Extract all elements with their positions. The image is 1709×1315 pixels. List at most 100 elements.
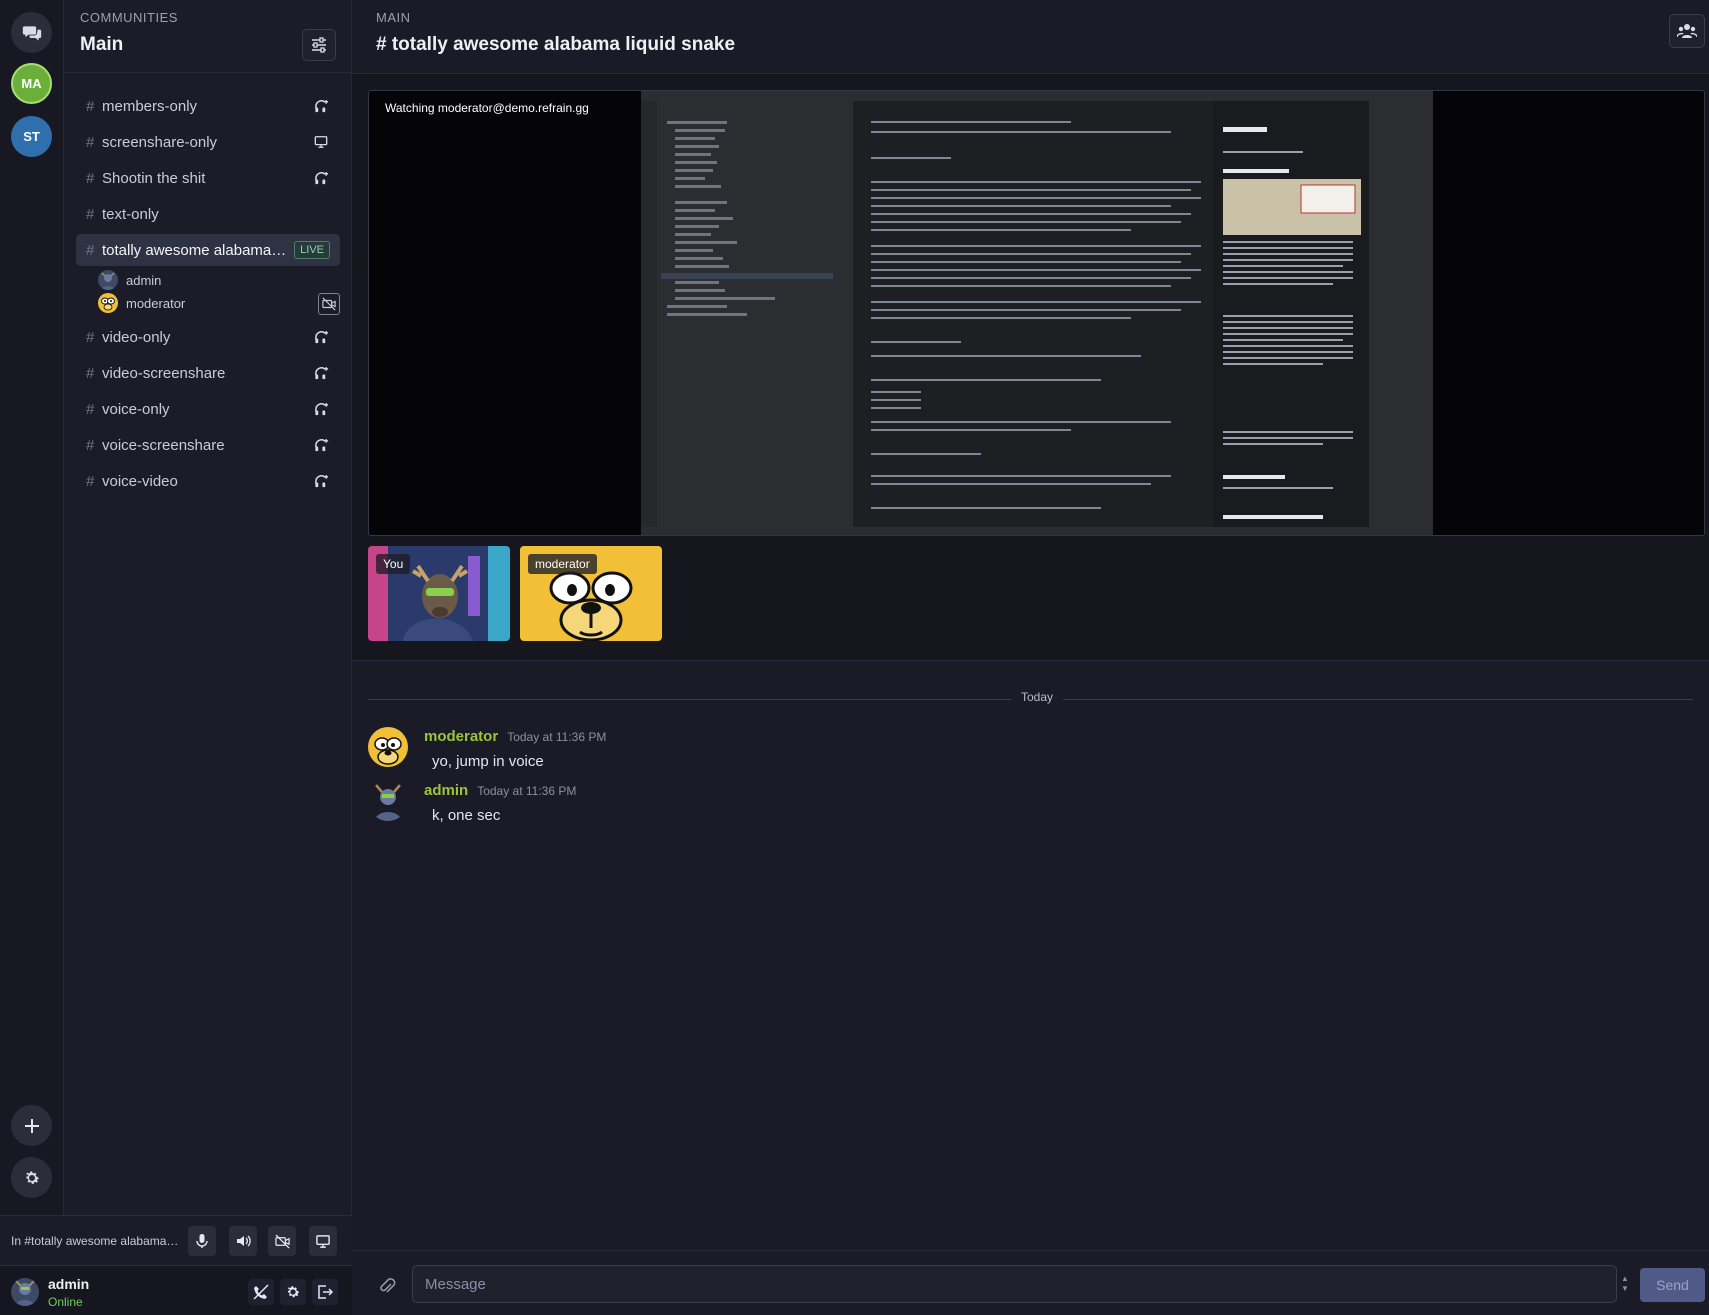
community-st-button[interactable]: ST: [11, 116, 52, 157]
channel-label: video-only: [102, 328, 171, 346]
avatar[interactable]: [11, 1278, 39, 1306]
live-badge: LIVE: [294, 241, 330, 259]
avatar[interactable]: [368, 781, 408, 821]
video-stage: Watching moderator@demo.refrain.gg You m…: [352, 74, 1709, 661]
channel-label: members-only: [102, 97, 198, 115]
communities-label: COMMUNITIES: [80, 10, 178, 25]
headset-add-icon: [312, 328, 330, 346]
shared-screen-image: [641, 91, 1433, 535]
channel-members-only[interactable]: # members-only: [76, 90, 340, 122]
message-timestamp: Today at 11:36 PM: [507, 730, 607, 744]
participant-tile-moderator[interactable]: moderator: [520, 546, 662, 641]
message-input[interactable]: [412, 1265, 1617, 1303]
channel-shootin-the-shit[interactable]: # Shootin the shit: [76, 162, 340, 194]
headset-add-icon: [312, 472, 330, 490]
message-text: k, one sec: [432, 807, 501, 824]
page-title: # totally awesome alabama liquid snake: [376, 34, 736, 55]
chat-bubbles-icon: [22, 25, 41, 40]
gear-icon: [287, 1286, 300, 1298]
camera-off-icon: [318, 293, 340, 315]
voice-member-moderator[interactable]: moderator: [98, 292, 185, 314]
channel-voice-only[interactable]: # voice-only: [76, 393, 340, 425]
disconnect-voice-button[interactable]: [248, 1279, 274, 1305]
message-header: moderator Today at 11:36 PM: [424, 728, 606, 745]
participant-label: You: [376, 554, 411, 574]
message-timestamp: Today at 11:36 PM: [477, 784, 577, 798]
headset-add-icon: [312, 436, 330, 454]
composer-divider: [352, 1250, 1709, 1251]
channel-label: voice-screenshare: [102, 436, 225, 454]
user-settings-button[interactable]: [280, 1279, 306, 1305]
send-button[interactable]: Send: [1640, 1268, 1705, 1302]
channel-screenshare-only[interactable]: # screenshare-only: [76, 126, 340, 158]
sliders-icon: [312, 37, 326, 53]
participant-tile-you[interactable]: You: [368, 546, 510, 641]
community-settings-button[interactable]: [302, 29, 336, 61]
community-name: Main: [80, 34, 124, 55]
message-author[interactable]: moderator: [424, 728, 498, 745]
microphone-icon: [196, 1234, 208, 1248]
hash-icon: #: [86, 97, 95, 115]
deafen-button[interactable]: [229, 1226, 257, 1256]
server-rail: MA ST: [0, 0, 64, 1215]
watching-label: Watching moderator@demo.refrain.gg: [385, 101, 589, 115]
add-community-button[interactable]: [11, 1105, 52, 1146]
monitor-icon: [312, 133, 330, 151]
direct-messages-button[interactable]: [11, 12, 52, 53]
headset-add-icon: [312, 97, 330, 115]
voice-member-name: moderator: [126, 295, 186, 311]
people-icon: [1677, 24, 1697, 38]
voice-connection-bar: In #totally awesome alabama liquid snake: [0, 1215, 352, 1265]
avatar: [98, 293, 118, 313]
channel-video-only[interactable]: # video-only: [76, 321, 340, 353]
channel-text-only[interactable]: # text-only: [76, 198, 340, 230]
headset-add-icon: [312, 169, 330, 187]
hash-icon: #: [86, 241, 95, 259]
screenshare-button[interactable]: [309, 1226, 337, 1256]
participant-label: moderator: [528, 554, 597, 574]
channel-label: video-screenshare: [102, 364, 226, 382]
message-header: admin Today at 11:36 PM: [424, 782, 576, 799]
voice-member-name: admin: [126, 272, 162, 288]
gear-icon: [25, 1170, 39, 1184]
avatar: [98, 270, 118, 290]
user-panel: admin Online: [0, 1265, 352, 1315]
member-list-button[interactable]: [1669, 14, 1705, 48]
message-text: yo, jump in voice: [432, 753, 544, 770]
camera-off-icon: [274, 1233, 290, 1249]
screenshare-view[interactable]: Watching moderator@demo.refrain.gg: [368, 90, 1705, 536]
channel-voice-video[interactable]: # voice-video: [76, 465, 340, 497]
headset-add-icon: [312, 400, 330, 418]
date-divider-label: Today: [1011, 690, 1064, 704]
mute-microphone-button[interactable]: [188, 1226, 216, 1256]
speaker-icon: [237, 1235, 251, 1247]
channel-video-screenshare[interactable]: # video-screenshare: [76, 357, 340, 389]
community-ma-button[interactable]: MA: [11, 63, 52, 104]
hash-icon: #: [86, 205, 95, 223]
channel-totally-awesome-alabama-liquid-snake[interactable]: # totally awesome alabama liquid snake L…: [76, 234, 340, 266]
toggle-camera-button[interactable]: [268, 1226, 296, 1256]
community-kicker: MAIN: [376, 10, 411, 25]
resize-stepper[interactable]: ▲ ▼: [1618, 1265, 1632, 1303]
user-status: Online: [48, 1295, 83, 1309]
voice-member-admin[interactable]: admin: [98, 269, 161, 291]
hash-icon: #: [86, 133, 95, 151]
phone-hangup-icon: [253, 1284, 269, 1300]
monitor-icon: [316, 1234, 330, 1248]
plus-icon: [24, 1118, 39, 1133]
app-settings-button[interactable]: [11, 1157, 52, 1198]
channel-sidebar: COMMUNITIES Main # members-only # screen…: [64, 0, 352, 1215]
message-author[interactable]: admin: [424, 782, 468, 799]
sidebar-divider: [64, 72, 352, 73]
user-name: admin: [48, 1276, 90, 1292]
channel-label: text-only: [102, 205, 159, 223]
main-panel: MAIN # totally awesome alabama liquid sn…: [352, 0, 1709, 1315]
avatar[interactable]: [368, 727, 408, 767]
voice-connection-status: In #totally awesome alabama liquid snake: [11, 1234, 181, 1248]
attach-button[interactable]: [376, 1275, 398, 1297]
logout-button[interactable]: [312, 1279, 338, 1305]
channel-label: screenshare-only: [102, 133, 218, 151]
channel-label: voice-video: [102, 472, 178, 490]
channel-voice-screenshare[interactable]: # voice-screenshare: [76, 429, 340, 461]
paperclip-icon: [380, 1278, 396, 1293]
